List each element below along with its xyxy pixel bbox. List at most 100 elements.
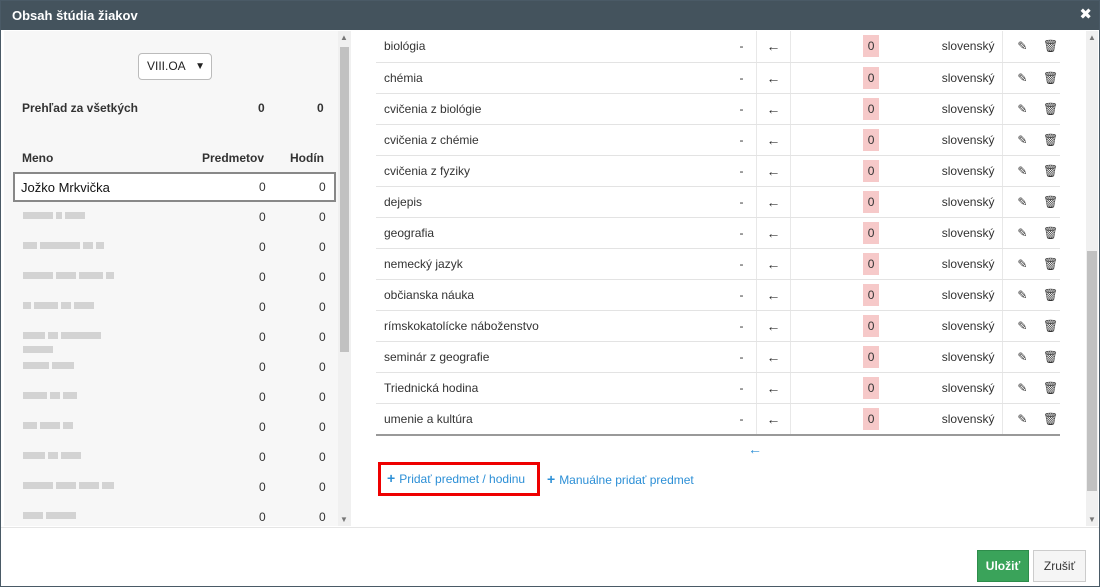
trash-icon[interactable]: 🗑 [1041, 341, 1060, 373]
trash-icon[interactable]: 🗑 [1041, 310, 1060, 342]
blurred-student-name [23, 362, 133, 370]
trash-icon[interactable]: 🗑 [1041, 248, 1060, 280]
trash-icon[interactable]: 🗑 [1041, 93, 1060, 125]
subject-name: občianska náuka [376, 279, 732, 311]
trash-icon[interactable]: 🗑 [1041, 279, 1060, 311]
arrow-left-icon[interactable]: ← [756, 186, 792, 218]
arrow-left-icon[interactable]: ← [756, 124, 792, 156]
scroll-up-icon[interactable]: ▲ [1088, 33, 1096, 42]
arrow-left-icon[interactable]: ← [756, 341, 792, 373]
student-row[interactable]: 00 [13, 352, 336, 382]
chevron-down-icon: ▼ [195, 61, 205, 72]
student-hours-count: 0 [319, 240, 326, 254]
subject-name: biológia [376, 31, 732, 63]
edit-icon[interactable]: ✎ [1002, 403, 1042, 435]
student-hours-count: 0 [319, 300, 326, 314]
trash-icon[interactable]: 🗑 [1041, 217, 1060, 249]
edit-icon[interactable]: ✎ [1002, 341, 1042, 373]
student-row[interactable]: 00 [13, 262, 336, 292]
cancel-button[interactable]: Zrušiť [1033, 550, 1086, 582]
blurred-student-name [23, 452, 133, 460]
save-button[interactable]: Uložiť [977, 550, 1029, 582]
edit-icon[interactable]: ✎ [1002, 93, 1042, 125]
trash-icon[interactable]: 🗑 [1041, 372, 1060, 404]
plus-icon: + [547, 471, 556, 487]
student-row[interactable]: 00 [13, 292, 336, 322]
edit-icon[interactable]: ✎ [1002, 248, 1042, 280]
edit-icon[interactable]: ✎ [1002, 217, 1042, 249]
student-row[interactable]: 00 [13, 232, 336, 262]
subject-row: chémia - ← 0 slovenský ✎ 🗑 [376, 62, 1060, 94]
subject-count: 0 [863, 407, 880, 430]
edit-icon[interactable]: ✎ [1002, 279, 1042, 311]
subject-spacer [790, 279, 864, 311]
edit-icon[interactable]: ✎ [1002, 310, 1042, 342]
student-row[interactable]: Jožko Mrkvička 0 0 [13, 172, 336, 202]
edit-icon[interactable]: ✎ [1002, 372, 1042, 404]
subject-name: geografia [376, 217, 732, 249]
arrow-left-icon[interactable]: ← [756, 248, 792, 280]
student-row[interactable]: 00 [13, 382, 336, 412]
arrow-left-icon[interactable]: ← [756, 93, 792, 125]
subject-dash: - [731, 217, 757, 249]
class-select[interactable]: VIII.OA ▼ [138, 53, 212, 80]
subject-spacer [790, 155, 864, 187]
subject-language: slovenský [883, 186, 1004, 218]
subject-name: dejepis [376, 186, 732, 218]
close-icon[interactable]: ✖ [1079, 7, 1092, 23]
student-row[interactable]: 00 [13, 412, 336, 442]
add-subject-button[interactable]: + Pridať predmet / hodinu [378, 462, 540, 496]
overview-subjects: 0 [258, 101, 265, 115]
student-row[interactable]: 00 [13, 202, 336, 232]
subject-row: cvičenia z biológie - ← 0 slovenský ✎ 🗑 [376, 93, 1060, 125]
student-subjects-count: 0 [259, 330, 266, 344]
student-row[interactable]: 00 [13, 442, 336, 472]
scroll-down-icon[interactable]: ▼ [340, 515, 348, 524]
edit-icon[interactable]: ✎ [1002, 155, 1042, 187]
edit-icon[interactable]: ✎ [1002, 62, 1042, 94]
arrow-left-icon[interactable]: ← [756, 279, 792, 311]
subject-spacer [790, 403, 864, 435]
arrow-left-icon[interactable]: ← [756, 217, 792, 249]
arrow-left-icon[interactable]: ← [756, 372, 792, 404]
subject-count-cell: 0 [863, 248, 884, 280]
arrow-left-icon[interactable]: ← [748, 441, 762, 457]
student-name: Jožko Mrkvička [21, 180, 110, 195]
add-subject-label: Pridať predmet / hodinu [399, 472, 526, 486]
edit-icon[interactable]: ✎ [1002, 124, 1042, 156]
subject-name: cvičenia z fyziky [376, 155, 732, 187]
edit-icon[interactable]: ✎ [1002, 186, 1042, 218]
scrollbar-thumb[interactable] [340, 47, 349, 352]
arrow-left-icon[interactable]: ← [756, 403, 792, 435]
manual-add-subject-label: Manuálne pridať predmet [559, 473, 694, 487]
subjects-scrollbar[interactable]: ▲ ▼ [1086, 31, 1098, 526]
student-row[interactable]: 00 [13, 502, 336, 526]
trash-icon[interactable]: 🗑 [1041, 186, 1060, 218]
overview-hours: 0 [317, 101, 324, 115]
column-subjects: Predmetov [202, 151, 265, 165]
subject-spacer [790, 310, 864, 342]
student-row[interactable]: 00 [13, 322, 336, 353]
student-list-scrollbar[interactable]: ▲ ▼ [338, 31, 351, 526]
student-row[interactable]: 00 [13, 472, 336, 502]
arrow-left-icon[interactable]: ← [756, 62, 792, 94]
subject-row: cvičenia z chémie - ← 0 slovenský ✎ 🗑 [376, 124, 1060, 156]
trash-icon[interactable]: 🗑 [1041, 62, 1060, 94]
subject-language: slovenský [883, 341, 1004, 373]
trash-icon[interactable]: 🗑 [1041, 124, 1060, 156]
edit-icon[interactable]: ✎ [1002, 31, 1042, 63]
trash-icon[interactable]: 🗑 [1041, 155, 1060, 187]
subject-name: nemecký jazyk [376, 248, 732, 280]
trash-icon[interactable]: 🗑 [1041, 403, 1060, 435]
student-hours-count: 0 [319, 270, 326, 284]
scroll-up-icon[interactable]: ▲ [340, 33, 348, 42]
manual-add-subject-button[interactable]: + Manuálne pridať predmet [547, 462, 694, 496]
subject-row: občianska náuka - ← 0 slovenský ✎ 🗑 [376, 279, 1060, 311]
scroll-down-icon[interactable]: ▼ [1088, 515, 1096, 524]
arrow-left-icon[interactable]: ← [756, 31, 792, 63]
arrow-left-icon[interactable]: ← [756, 155, 792, 187]
trash-icon[interactable]: 🗑 [1041, 31, 1060, 63]
subject-row: rímskokatolícke náboženstvo - ← 0 slovenský ✎… [376, 310, 1060, 342]
arrow-left-icon[interactable]: ← [756, 310, 792, 342]
scrollbar-thumb[interactable] [1087, 251, 1097, 491]
